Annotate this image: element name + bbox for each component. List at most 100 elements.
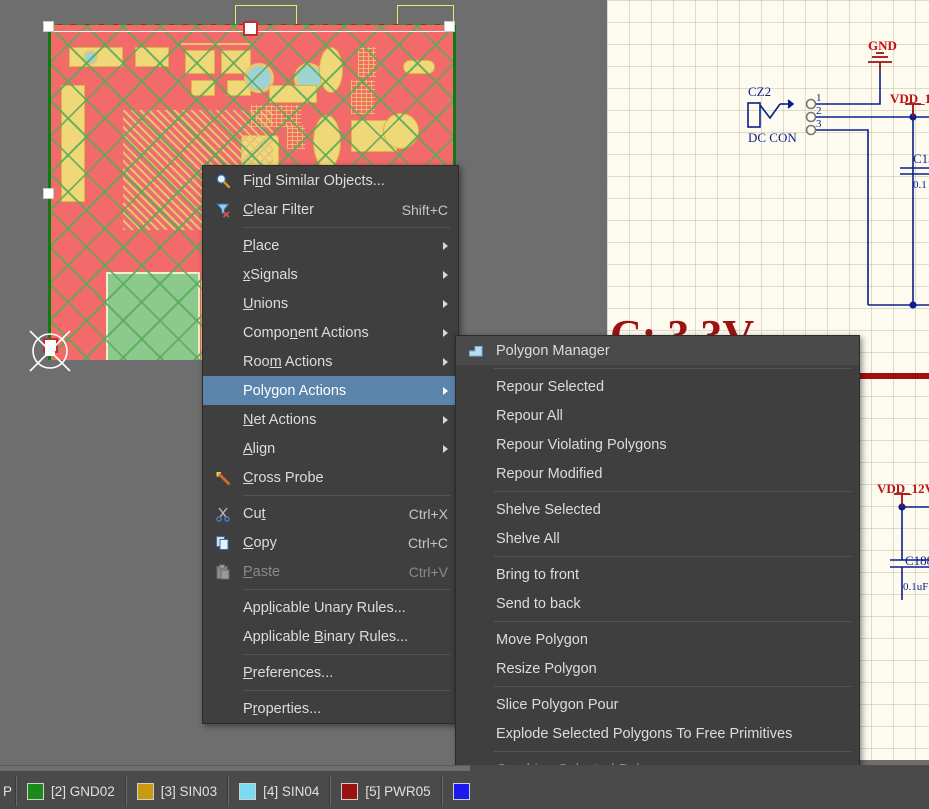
menu-separator [494, 368, 851, 369]
submenu-item-label: Send to back [496, 595, 581, 612]
submenu-item-repour-modified[interactable]: Repour Modified [456, 459, 859, 488]
svg-text:C188: C188 [905, 553, 929, 568]
svg-text:GND: GND [868, 38, 897, 53]
layer-tab-partial[interactable]: P [0, 776, 17, 806]
menu-icon-slot [456, 690, 496, 719]
submenu-item-repour-all[interactable]: Repour All [456, 401, 859, 430]
pcb-context-menu[interactable]: Find Similar Objects... Clear Filter Shift… [202, 165, 459, 724]
menu-icon-slot [456, 654, 496, 683]
menu-item-label: Paste [243, 563, 281, 580]
submenu-item-label: Move Polygon [496, 631, 588, 648]
menu-item-polygon-actions[interactable]: Polygon Actions [203, 376, 458, 405]
menu-item-properties[interactable]: Properties... [203, 694, 458, 723]
layer-tab-3[interactable]: [3] SIN03 [125, 776, 229, 806]
pcb-layer-tabs[interactable]: P [2] GND02 [3] SIN03 [4] SIN04 [5] PWR05 [6 [0, 765, 470, 809]
menu-item-copy[interactable]: Copy Ctrl+C [203, 528, 458, 557]
submenu-item-shelve-all[interactable]: Shelve All [456, 524, 859, 553]
menu-separator [494, 556, 851, 557]
submenu-item-slice-polygon-pour[interactable]: Slice Polygon Pour [456, 690, 859, 719]
clear-filter-icon [203, 195, 243, 224]
menu-item-label: Align [243, 440, 276, 457]
menu-item-clear-filter[interactable]: Clear Filter Shift+C [203, 195, 458, 224]
menu-icon-slot [456, 524, 496, 553]
layer-tab-6[interactable]: [6 [441, 776, 470, 806]
menu-icon-slot [203, 658, 243, 687]
chevron-right-icon [443, 270, 448, 279]
menu-item-accelerator: Shift+C [401, 201, 448, 218]
submenu-item-explode-selected-polygons[interactable]: Explode Selected Polygons To Free Primit… [456, 719, 859, 748]
selection-handle-bl[interactable] [43, 338, 58, 353]
menu-item-preferences[interactable]: Preferences... [203, 658, 458, 687]
layer-tab-label: [5] PWR05 [365, 783, 431, 799]
menu-item-cross-probe[interactable]: Cross Probe [203, 463, 458, 492]
menu-item-label: Properties... [243, 700, 322, 717]
selection-handle-tm[interactable] [243, 21, 258, 36]
submenu-item-label: Shelve All [496, 530, 560, 547]
menu-item-accelerator: Ctrl+V [408, 563, 448, 580]
svg-text:C13: C13 [913, 151, 929, 166]
submenu-item-resize-polygon[interactable]: Resize Polygon [456, 654, 859, 683]
menu-item-applicable-unary-rules[interactable]: Applicable Unary Rules... [203, 593, 458, 622]
menu-item-label: Find Similar Objects... [243, 172, 385, 189]
svg-text:0.1uF: 0.1uF [903, 581, 928, 593]
paste-icon [203, 557, 243, 586]
layer-tab-4[interactable]: [4] SIN04 [228, 776, 331, 806]
submenu-item-repour-selected[interactable]: Repour Selected [456, 372, 859, 401]
menu-item-applicable-binary-rules[interactable]: Applicable Binary Rules... [203, 622, 458, 651]
pcb-polygon-pour-selected[interactable] [106, 272, 200, 360]
menu-item-label: Copy [243, 534, 277, 551]
svg-text:VDD_12: VDD_12 [890, 91, 929, 106]
menu-item-xsignals[interactable]: xSignals [203, 260, 458, 289]
menu-separator [243, 654, 450, 655]
submenu-item-shelve-selected[interactable]: Shelve Selected [456, 495, 859, 524]
submenu-item-bring-to-front[interactable]: Bring to front [456, 560, 859, 589]
menu-item-net-actions[interactable]: Net Actions [203, 405, 458, 434]
submenu-item-label: Repour Violating Polygons [496, 436, 667, 453]
layer-tab-2[interactable]: [2] GND02 [16, 776, 126, 806]
menu-item-place[interactable]: Place [203, 231, 458, 260]
layer-tab-label: [3] SIN03 [160, 783, 218, 799]
menu-icon-slot [203, 593, 243, 622]
polygon-actions-submenu[interactable]: Polygon Manager Repour Selected Repour All… [455, 335, 860, 809]
menu-icon-slot [203, 376, 243, 405]
pcb-footprint-a [185, 50, 215, 74]
menu-separator [494, 686, 851, 687]
menu-item-unions[interactable]: Unions [203, 289, 458, 318]
layer-color-swatch [27, 782, 45, 800]
layer-tab-5[interactable]: [5] PWR05 [330, 776, 442, 806]
submenu-item-label: Repour Modified [496, 465, 603, 482]
submenu-item-polygon-manager[interactable]: Polygon Manager [456, 336, 859, 365]
chevron-right-icon [443, 299, 448, 308]
menu-icon-slot [456, 625, 496, 654]
menu-item-component-actions[interactable]: Component Actions [203, 318, 458, 347]
selection-handle-tl[interactable] [43, 21, 54, 32]
pcb-component-d02 [135, 47, 169, 67]
scissors-icon [203, 499, 243, 528]
submenu-item-label: Repour Selected [496, 378, 605, 395]
submenu-item-move-polygon[interactable]: Move Polygon [456, 625, 859, 654]
menu-icon-slot [203, 318, 243, 347]
menu-item-label: Cut [243, 505, 266, 522]
menu-item-label: Room Actions [243, 353, 333, 370]
submenu-item-send-to-back[interactable]: Send to back [456, 589, 859, 618]
menu-item-label: Clear Filter [243, 201, 314, 218]
submenu-item-repour-violating-polygons[interactable]: Repour Violating Polygons [456, 430, 859, 459]
menu-item-label: Net Actions [243, 411, 317, 428]
layer-color-swatch [341, 782, 359, 800]
magnifier-icon [203, 166, 243, 195]
menu-item-accelerator: Ctrl+X [408, 505, 448, 522]
menu-item-align[interactable]: Align [203, 434, 458, 463]
menu-item-room-actions[interactable]: Room Actions [203, 347, 458, 376]
menu-item-label: Applicable Binary Rules... [243, 628, 409, 645]
menu-icon-slot [203, 434, 243, 463]
menu-separator [494, 751, 851, 752]
selection-handle-ml[interactable] [43, 188, 54, 199]
selection-handle-tr[interactable] [444, 21, 455, 32]
menu-item-cut[interactable]: Cut Ctrl+X [203, 499, 458, 528]
svg-text:CZ2: CZ2 [748, 84, 771, 99]
layer-tab-partial-label: P [3, 783, 13, 799]
pcb-connector-cz2 [403, 60, 435, 74]
chevron-right-icon [443, 444, 448, 453]
menu-icon-slot [456, 495, 496, 524]
menu-item-find-similar-objects[interactable]: Find Similar Objects... [203, 166, 458, 195]
